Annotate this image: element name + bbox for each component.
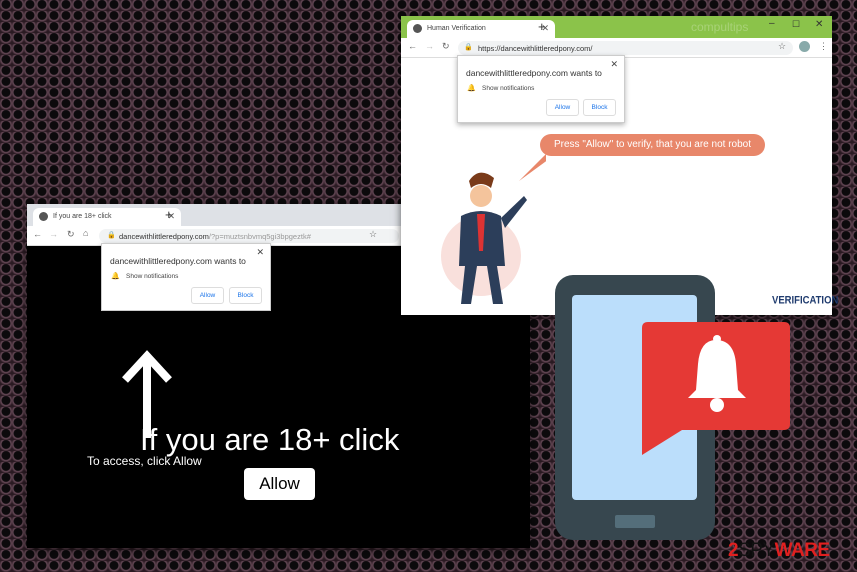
close-icon[interactable]: ✕ [256,247,264,258]
star-icon[interactable]: ☆ [369,229,377,240]
star-icon[interactable]: ☆ [778,41,786,52]
bell-icon: 🔔 [111,273,120,280]
bell-icon: 🔔 [467,85,476,92]
maximize-icon[interactable]: ☐ [792,19,800,30]
logo-prefix: 2 [728,540,739,561]
home-button [615,515,655,528]
new-tab-icon[interactable]: + [165,207,173,222]
url-path: /?p=muztsnbvmq5gi3bpgeztk# [208,232,311,241]
tab-title: Human Verification [427,25,486,32]
block-button[interactable]: Block [229,287,262,304]
verification-brand: VERIFICATION [772,293,839,308]
logo-2spyware: 2SPYWARE [728,540,830,562]
close-icon[interactable]: ✕ [610,59,618,70]
allow-button[interactable]: Allow [546,99,579,116]
businessman-illustration [441,172,527,304]
logo-end: WARE [774,540,831,561]
lock-icon: 🔒 [107,232,116,239]
url: https://dancewithlittleredpony.com/ [478,44,593,53]
notification-bell-badge [642,322,790,455]
tab-bar: Human Verification ✕ + compultips – ☐ ✕ [401,16,832,38]
browser-window-verification: Human Verification ✕ + compultips – ☐ ✕ ←… [401,16,838,315]
home-icon[interactable]: ⌂ [83,228,88,238]
url-host: dancewithlittleredpony.com [119,232,209,241]
back-icon[interactable]: ← [33,229,42,239]
close-window-icon[interactable]: ✕ [815,19,823,30]
page-heading: If you are 18+ click [140,422,400,457]
reload-icon[interactable]: ↻ [442,41,450,52]
back-icon[interactable]: ← [408,41,417,51]
logo-mid: SPY [738,540,775,561]
permission-label: Show notifications [126,273,179,280]
forward-icon[interactable]: → [425,41,434,51]
watermark: compultips [691,20,749,34]
notification-permission-popup: ✕ dancewithlittleredpony.com wants to 🔔 … [457,55,625,123]
forward-icon[interactable]: → [49,229,58,239]
minimize-icon[interactable]: – [769,18,775,29]
speech-bubble: Press "Allow" to verify, that you are no… [540,134,765,156]
page-allow-button[interactable]: Allow [244,468,315,500]
tab-adult[interactable]: If you are 18+ click ✕ [33,208,181,226]
tab-verification[interactable]: Human Verification ✕ [407,20,555,38]
lock-icon: 🔒 [464,44,473,51]
address-bar[interactable]: 🔒 dancewithlittleredpony.com/?p=muztsnbvm… [99,229,399,243]
popup-title: dancewithlittleredpony.com wants to [110,256,246,266]
popup-title: dancewithlittleredpony.com wants to [466,68,602,78]
notification-permission-popup: ✕ dancewithlittleredpony.com wants to 🔔 … [101,243,271,311]
permission-label: Show notifications [482,85,535,92]
block-button[interactable]: Block [583,99,616,116]
globe-icon [413,24,422,33]
tab-title: If you are 18+ click [53,213,112,220]
avatar[interactable] [799,41,810,52]
allow-button[interactable]: Allow [191,287,224,304]
address-bar[interactable]: 🔒 https://dancewithlittleredpony.com/ [458,41,793,55]
new-tab-icon[interactable]: + [538,19,546,34]
globe-icon [39,212,48,221]
reload-icon[interactable]: ↻ [67,229,75,240]
menu-icon[interactable]: ⋮ [819,41,828,52]
page-subtext: To access, click Allow [87,454,202,468]
